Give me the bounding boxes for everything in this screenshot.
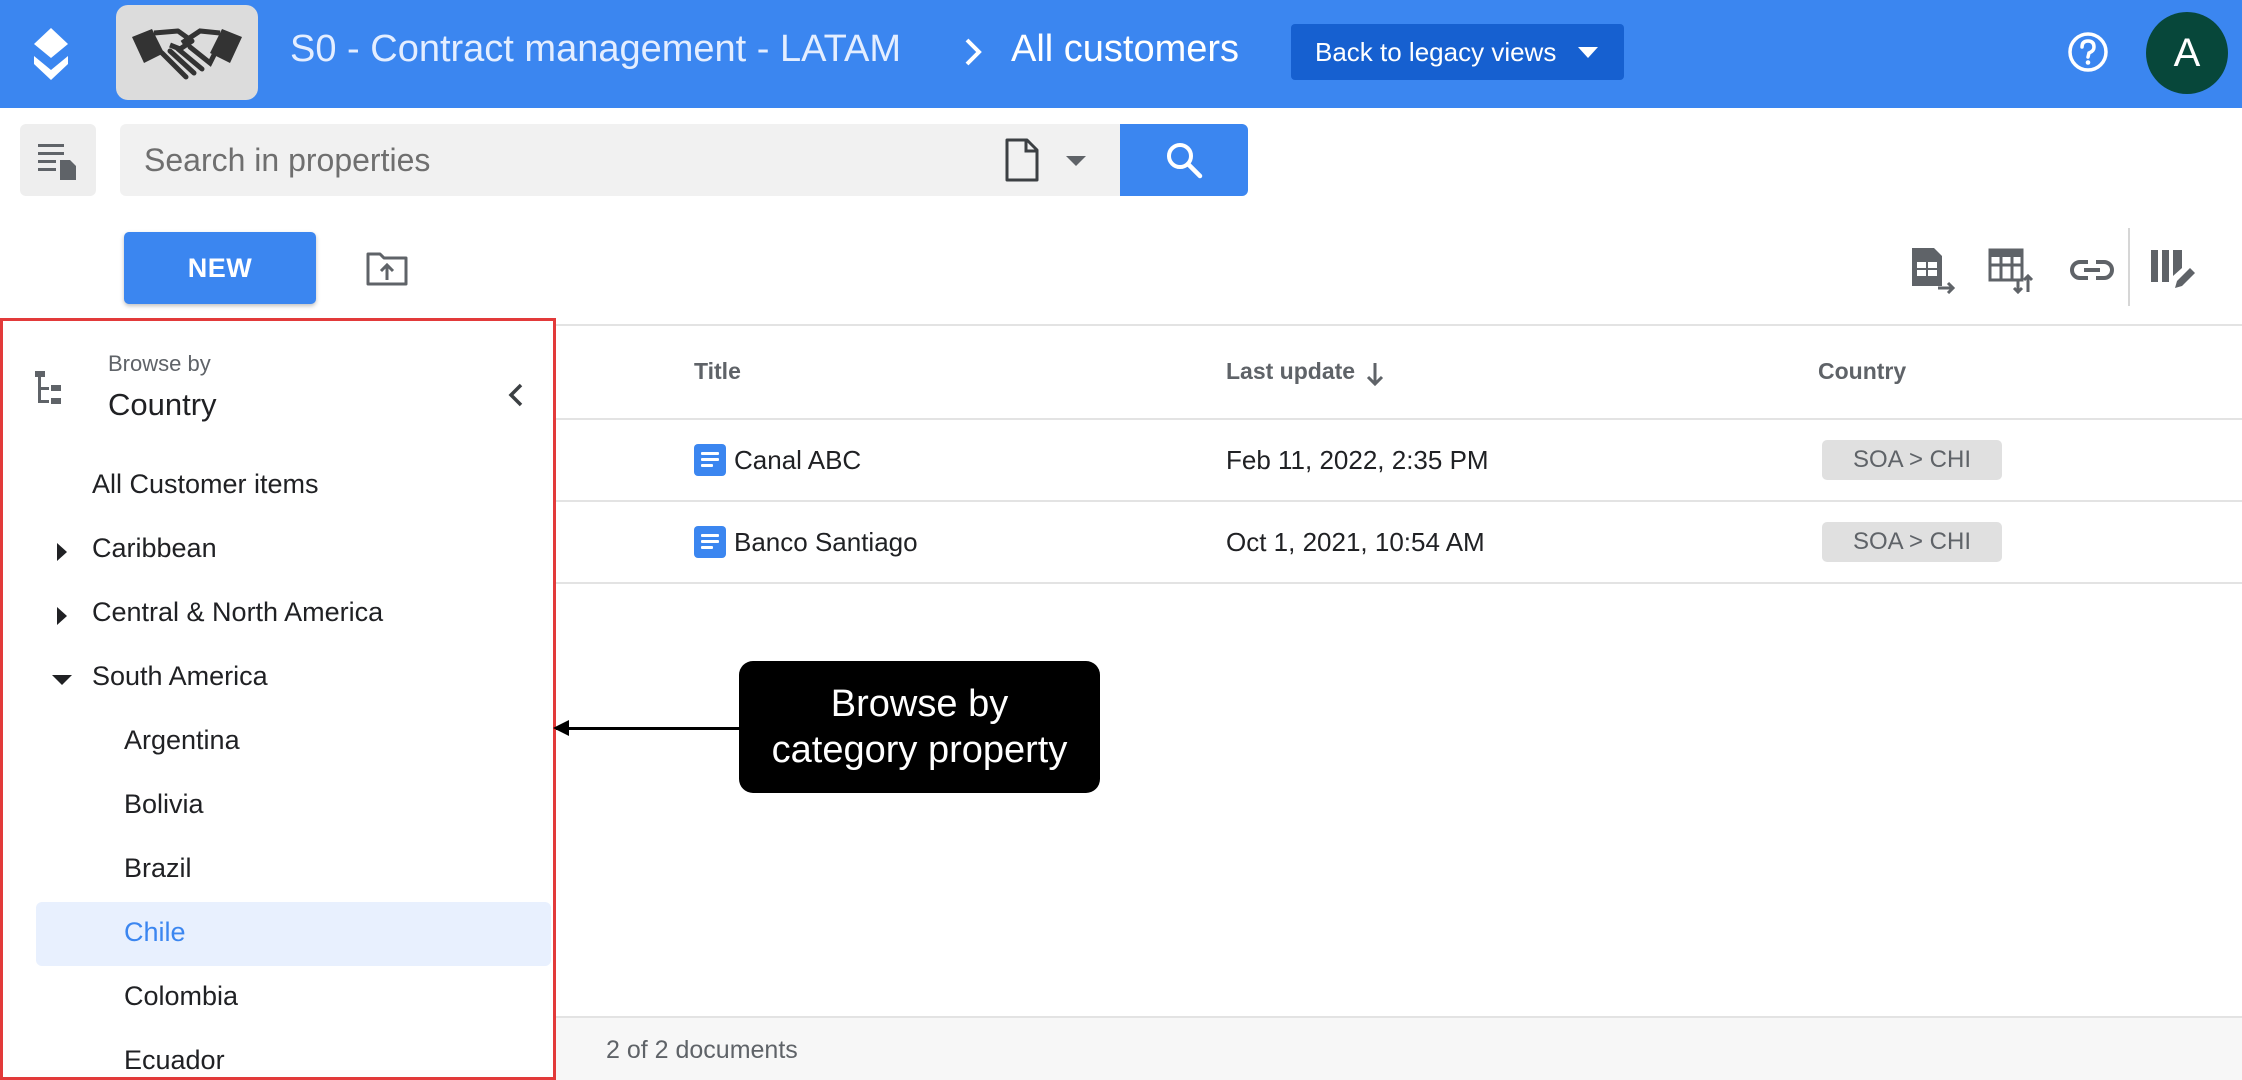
results-footer: 2 of 2 documents: [556, 1016, 2242, 1080]
column-header-country[interactable]: Country: [1818, 358, 1906, 385]
callout-text-line-2: category property: [771, 729, 1068, 771]
row-last-update: Feb 11, 2022, 2:35 PM: [1226, 445, 1489, 475]
tree-item-colombia[interactable]: Colombia: [124, 981, 238, 1012]
document-type-dropdown-caret[interactable]: [1066, 156, 1086, 166]
browse-by-label: Browse by: [108, 351, 211, 376]
project-thumbnail[interactable]: [116, 5, 258, 100]
caret-down-icon: [1578, 47, 1598, 58]
browse-property-selector[interactable]: Country: [108, 387, 217, 423]
tree-item-central-north-america[interactable]: Central & North America: [92, 597, 383, 628]
callout-text-line-1: Browse by: [830, 683, 1009, 725]
folder-upload-icon[interactable]: [366, 250, 408, 286]
search-input[interactable]: [144, 138, 984, 182]
document-icon: [694, 444, 726, 476]
tree-item-selected-highlight: [36, 902, 551, 966]
tree-item-brazil[interactable]: Brazil: [124, 853, 192, 884]
breadcrumb-current-view: All customers: [1011, 28, 1240, 70]
browse-sidebar: Browse by Country All Customer items Car…: [0, 318, 556, 1080]
document-count: 2 of 2 documents: [606, 1036, 798, 1064]
sidebar-list-icon: [38, 144, 76, 180]
toolbar-divider: [2128, 228, 2130, 306]
new-button[interactable]: NEW: [124, 232, 316, 304]
tree-item-south-america[interactable]: South America: [92, 661, 268, 692]
tree-structure-icon: [35, 371, 61, 404]
tree-item-caribbean[interactable]: Caribbean: [92, 533, 217, 564]
collapse-caret-icon[interactable]: [52, 675, 72, 685]
table-import-icon[interactable]: [1988, 246, 2036, 294]
row-last-update: Oct 1, 2021, 10:54 AM: [1226, 527, 1485, 557]
column-header-title[interactable]: Title: [694, 358, 741, 385]
legacy-button-label: Back to legacy views: [1315, 37, 1557, 67]
chevron-left-icon[interactable]: [505, 379, 527, 411]
top-bar: S0 - Contract management - LATAM All cus…: [0, 0, 2242, 108]
link-icon[interactable]: [2068, 246, 2116, 294]
search-button[interactable]: [1120, 124, 1248, 196]
country-chip: SOA > CHI: [1822, 440, 2002, 480]
callout-pointer-line: [556, 727, 740, 730]
tree-item-all-customer-items[interactable]: All Customer items: [92, 469, 319, 500]
row-divider: [556, 582, 2242, 584]
column-header-last-update[interactable]: Last update: [1226, 358, 1355, 385]
tree-item-bolivia[interactable]: Bolivia: [124, 789, 204, 820]
edit-columns-icon[interactable]: [2148, 246, 2196, 294]
handshake-icon: [132, 28, 242, 80]
row-title[interactable]: Banco Santiago: [734, 527, 918, 558]
annotation-callout: Browse by category property: [739, 661, 1100, 793]
arrow-down-icon[interactable]: [1364, 360, 1386, 388]
chevron-right-icon: [965, 38, 982, 66]
back-to-legacy-views-button[interactable]: Back to legacy views: [1291, 24, 1624, 80]
row-divider: [556, 500, 2242, 502]
tree-item-chile[interactable]: Chile: [124, 917, 186, 948]
export-spreadsheet-icon[interactable]: [1908, 246, 1956, 294]
expand-caret-icon[interactable]: [57, 607, 67, 625]
tree-item-ecuador[interactable]: Ecuador: [124, 1045, 225, 1076]
search-bar: [120, 124, 1120, 196]
avatar[interactable]: A: [2146, 12, 2228, 94]
sidebar-toggle-button[interactable]: [20, 124, 96, 196]
help-circle-icon[interactable]: [2066, 30, 2110, 74]
document-icon[interactable]: [1004, 138, 1040, 182]
breadcrumb-project[interactable]: S0 - Contract management - LATAM: [290, 28, 901, 71]
tree-item-argentina[interactable]: Argentina: [124, 725, 240, 756]
stacked-layers-icon[interactable]: [28, 26, 74, 82]
header-divider: [556, 418, 2242, 420]
search-icon: [1167, 143, 1203, 179]
country-chip: SOA > CHI: [1822, 522, 2002, 562]
expand-caret-icon[interactable]: [57, 543, 67, 561]
document-icon: [694, 526, 726, 558]
row-title[interactable]: Canal ABC: [734, 445, 861, 476]
callout-arrowhead: [553, 720, 569, 736]
